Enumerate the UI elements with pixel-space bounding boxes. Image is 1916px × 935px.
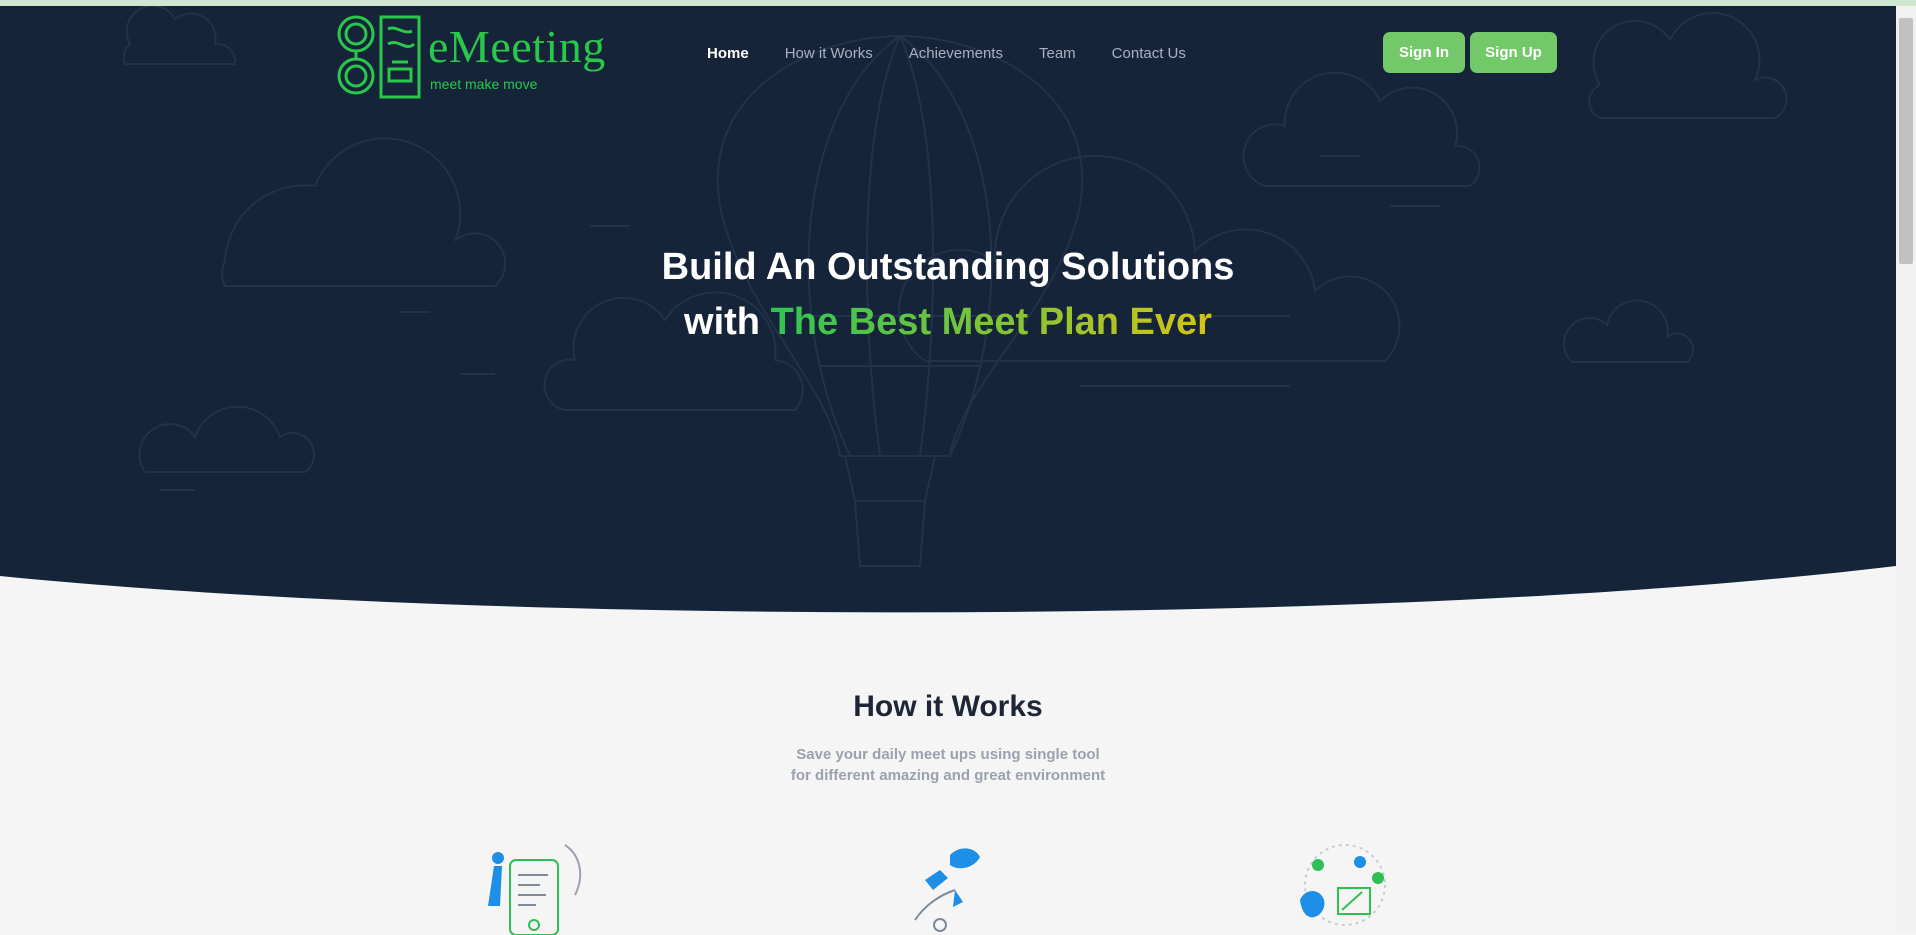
phone-checklist-illustration [488, 844, 582, 935]
how-it-works-subtitle-line2: for different amazing and great environm… [790, 767, 1106, 784]
design-team-illustration [1300, 844, 1386, 926]
sign-in-button[interactable]: Sign In [1383, 32, 1465, 73]
site-header: eMeeting meet make move Home How it Work… [0, 6, 1896, 101]
brand-tagline: meet make move [430, 76, 538, 92]
hero-heading: Build An Outstanding Solutions with The … [0, 240, 1896, 350]
how-it-works-subtitle: Save your daily meet ups using single to… [0, 744, 1896, 786]
nav-item-team[interactable]: Team [1039, 45, 1076, 62]
hero-bottom-curve [0, 566, 1896, 626]
brand-name: eMeeting [428, 21, 606, 72]
sign-up-button[interactable]: Sign Up [1470, 32, 1557, 73]
page-scrollbar[interactable] [1896, 6, 1916, 931]
how-it-works-title: How it Works [853, 690, 1043, 723]
emeeting-logo-icon [337, 15, 421, 99]
nav-item-home[interactable]: Home [707, 45, 749, 62]
hero-heading-highlight: The Best Meet Plan Ever [770, 301, 1212, 343]
scrollbar-thumb[interactable] [1899, 18, 1913, 264]
rocket-person-illustration [914, 848, 980, 932]
hero-heading-line1: Build An Outstanding Solutions [661, 246, 1235, 288]
brand-logo[interactable]: eMeeting meet make move [336, 14, 626, 104]
nav-item-contact-us[interactable]: Contact Us [1112, 45, 1186, 62]
main-nav: Home How it Works Achievements Team Cont… [707, 45, 1222, 62]
how-it-works-subtitle-line1: Save your daily meet ups using single to… [796, 746, 1100, 763]
nav-item-achievements[interactable]: Achievements [909, 45, 1003, 62]
hero-heading-line2-prefix: with [684, 301, 761, 343]
nav-item-how-it-works[interactable]: How it Works [785, 45, 873, 62]
